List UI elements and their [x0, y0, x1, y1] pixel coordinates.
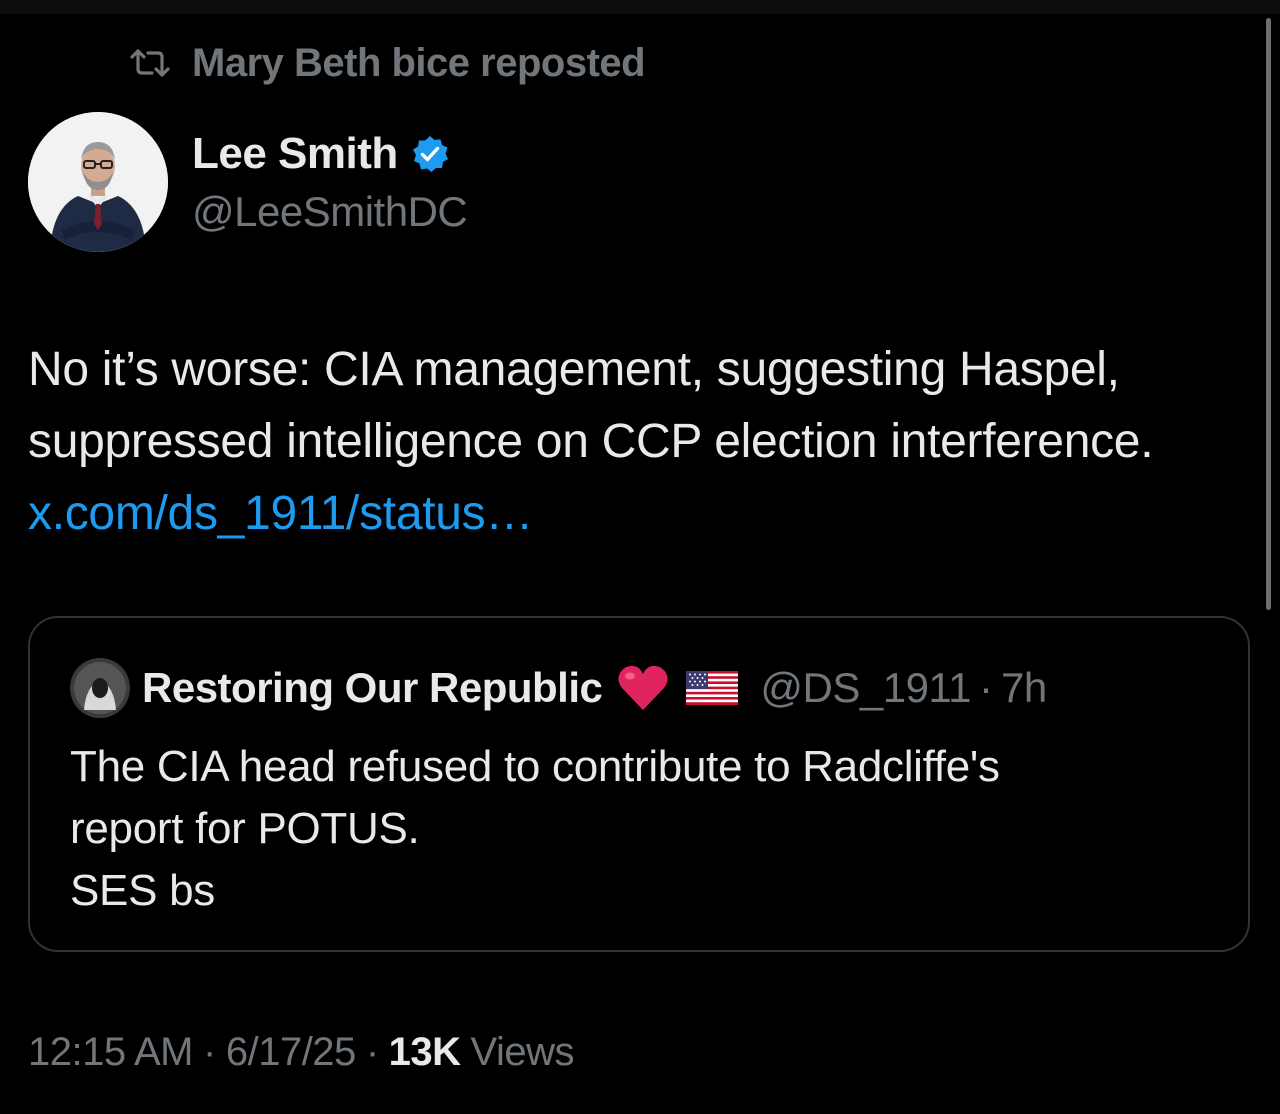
us-flag-icon	[686, 671, 739, 705]
quoted-tweet-text: The CIA head refused to contribute to Ra…	[70, 736, 1210, 922]
quoted-text-line: report for POTUS.	[70, 804, 420, 853]
tweet-meta: 12:15 AM · 6/17/25 · 13K Views	[28, 1030, 575, 1075]
author-name: Lee Smith	[192, 129, 398, 178]
quoted-separator: ·	[979, 664, 994, 711]
views-count[interactable]: 13K	[389, 1030, 461, 1075]
tweet-time[interactable]: 12:15 AM	[28, 1030, 194, 1075]
quoted-timestamp[interactable]: 7h	[1001, 664, 1047, 712]
author-handle[interactable]: @LeeSmithDC	[192, 188, 468, 236]
scrollbar[interactable]	[1266, 18, 1271, 610]
meta-separator: ·	[203, 1030, 216, 1074]
quoted-author-avatar[interactable]	[70, 658, 130, 718]
author-name-row[interactable]: Lee Smith	[192, 128, 450, 180]
tweet-link[interactable]: x.com/ds_1911/status…	[28, 487, 533, 540]
tweet-text: No it’s worse: CIA management, suggestin…	[28, 334, 1248, 550]
author-avatar[interactable]	[28, 112, 168, 252]
quoted-author-name[interactable]: Restoring Our Republic	[142, 664, 603, 712]
quoted-tweet-card[interactable]: Restoring Our Republic @DS_1911 · 7h The…	[28, 616, 1250, 952]
meta-separator: ·	[365, 1030, 379, 1074]
author-avatar-image	[28, 112, 168, 252]
top-edge-bar	[0, 0, 1280, 14]
tweet-body: No it’s worse: CIA management, suggestin…	[28, 343, 1154, 468]
tweet-date[interactable]: 6/17/25	[226, 1030, 356, 1075]
quoted-tweet-header: Restoring Our Republic @DS_1911 · 7h	[70, 658, 1047, 718]
quoted-author-handle[interactable]: @DS_1911	[760, 664, 971, 712]
repost-icon	[130, 49, 170, 77]
views-label: Views	[470, 1030, 575, 1074]
repost-indicator[interactable]: Mary Beth bice reposted	[128, 40, 646, 86]
heart-emoji-icon	[618, 665, 668, 710]
repost-label: Mary Beth bice reposted	[192, 40, 646, 85]
verified-badge-icon	[412, 136, 448, 172]
quoted-text-line: The CIA head refused to contribute to Ra…	[70, 742, 1000, 791]
quoted-text-line: SES bs	[70, 866, 215, 915]
quoted-author-avatar-image	[70, 658, 130, 718]
